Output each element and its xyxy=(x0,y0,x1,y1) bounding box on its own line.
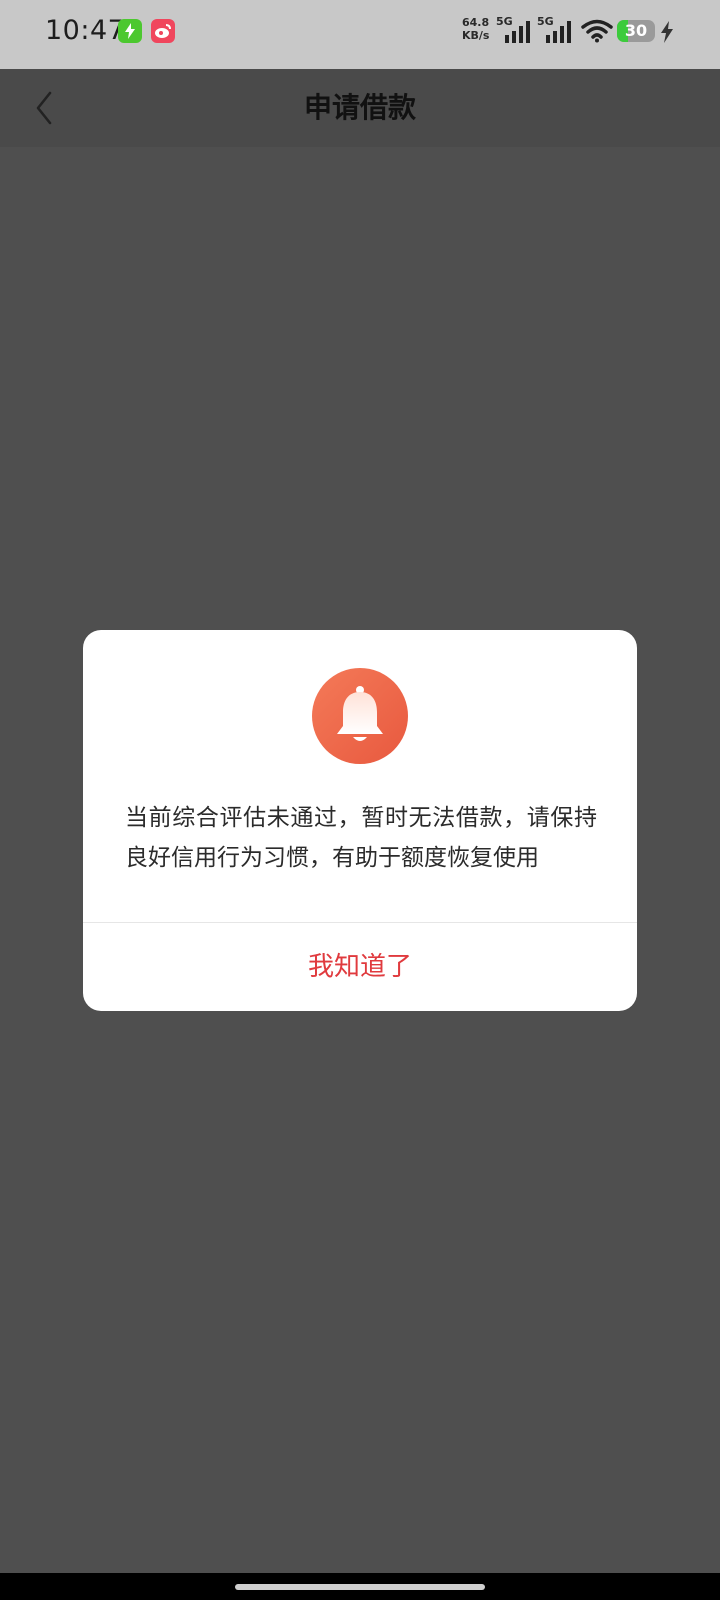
status-bar: 10:47 64.8 KB/s 5G 5G 30 xyxy=(0,0,720,69)
dialog-message: 当前综合评估未通过，暂时无法借款，请保持良好信用行为习惯，有助于额度恢复使用 xyxy=(125,805,597,871)
confirm-button[interactable]: 我知道了 xyxy=(83,923,637,1011)
navigation-bar xyxy=(0,1573,720,1600)
signal-icon xyxy=(546,21,571,43)
bell-badge xyxy=(312,668,408,764)
back-button[interactable] xyxy=(22,85,68,131)
status-time: 10:47 xyxy=(45,15,126,46)
home-indicator[interactable] xyxy=(235,1584,485,1590)
network-speed-unit: KB/s xyxy=(462,29,490,42)
weibo-icon xyxy=(151,19,175,43)
battery-level: 30 xyxy=(624,21,648,40)
page-title: 申请借款 xyxy=(303,91,416,124)
alert-dialog: 当前综合评估未通过，暂时无法借款，请保持良好信用行为习惯，有助于额度恢复使用 我… xyxy=(83,630,637,1011)
chevron-left-icon xyxy=(36,91,52,125)
wifi-icon xyxy=(581,19,613,43)
battery-icon: 30 xyxy=(617,20,655,42)
signal-icon xyxy=(505,21,530,43)
app-bar: 申请借款 xyxy=(0,69,720,147)
charging-bolt-icon xyxy=(661,21,673,43)
bell-icon xyxy=(337,686,383,741)
charging-app-icon xyxy=(118,19,142,43)
